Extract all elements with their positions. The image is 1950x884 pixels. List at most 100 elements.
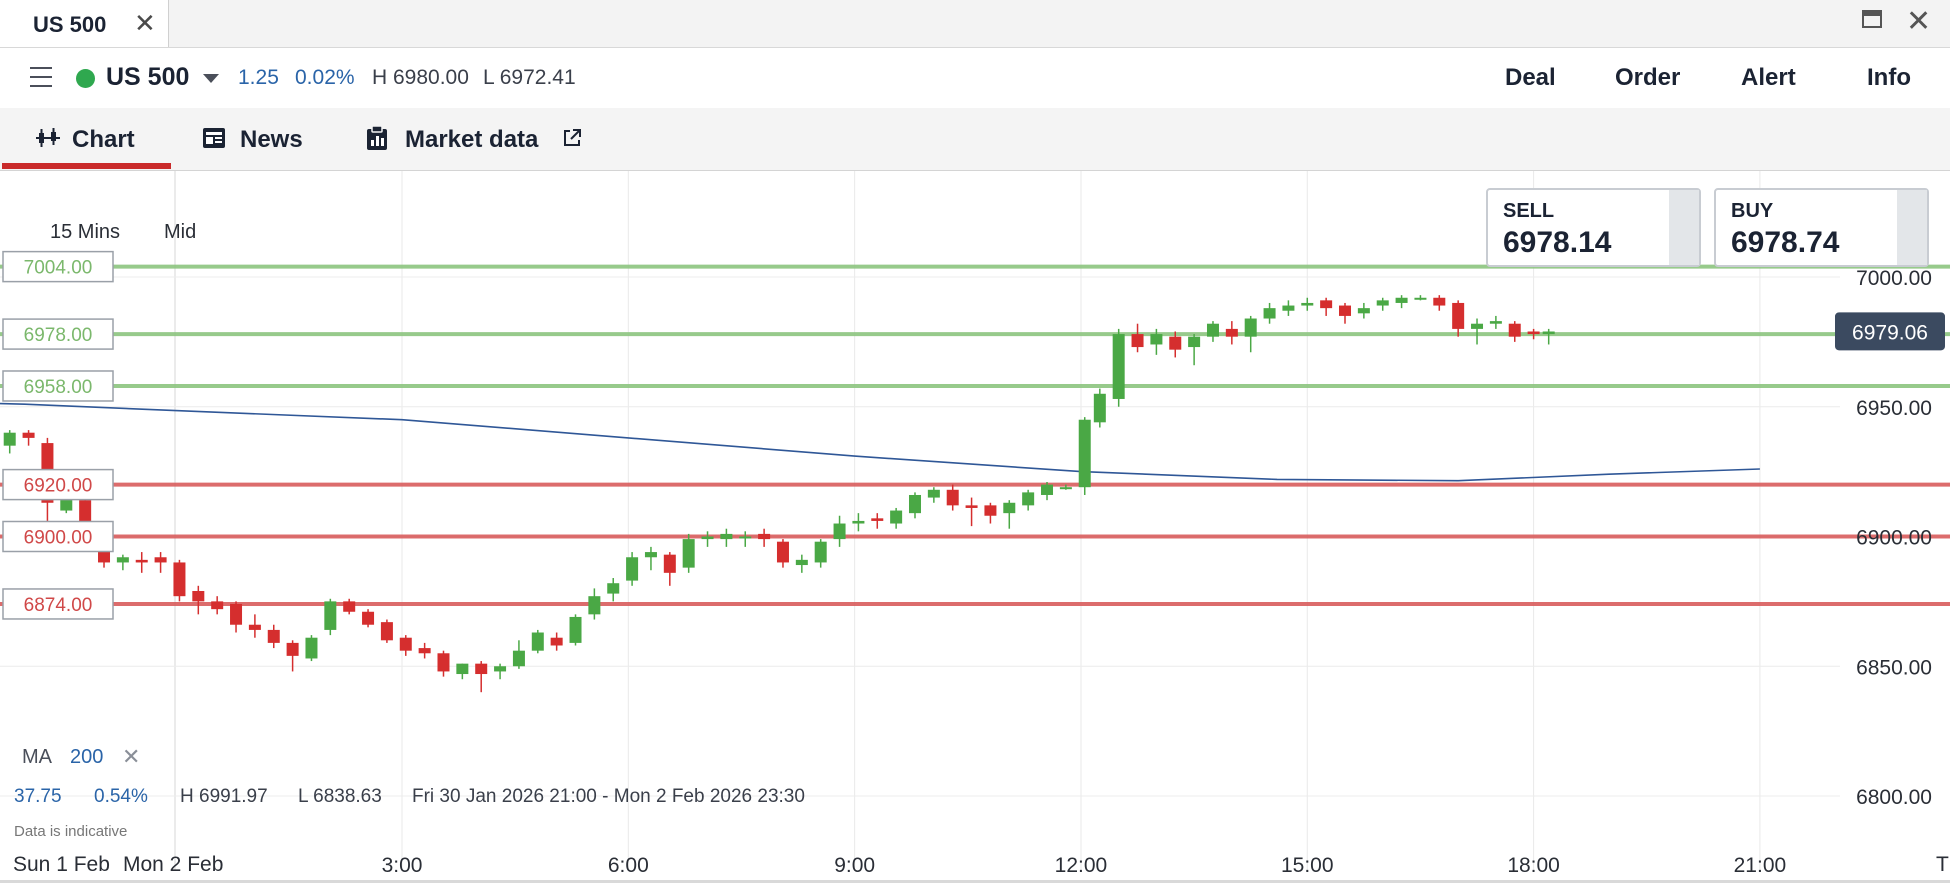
buy-price: 6978.74 <box>1731 226 1840 259</box>
tab-close-icon[interactable]: ✕ <box>134 8 156 39</box>
x-axis-tick-label: 21:00 <box>1734 854 1787 877</box>
candle-body <box>852 520 865 524</box>
order-button[interactable]: Order <box>1615 64 1680 92</box>
candle-body <box>1339 305 1351 316</box>
candle-body <box>1041 484 1054 495</box>
candle-body <box>248 624 261 630</box>
candle-body <box>644 552 657 558</box>
candle-body <box>1282 305 1295 311</box>
candle-body <box>116 557 129 563</box>
candle-body <box>1395 297 1408 303</box>
candle-body <box>871 518 884 521</box>
candle-body <box>927 489 940 498</box>
sell-label: SELL <box>1503 200 1555 222</box>
candle-body <box>135 559 148 563</box>
ma-indicator-period[interactable]: 200 <box>70 746 103 769</box>
candle-body <box>663 554 676 573</box>
level-label: 6958.00 <box>24 377 93 398</box>
candle-body <box>1244 318 1257 337</box>
range-high: H 6991.97 <box>180 786 268 807</box>
candle-body <box>192 590 205 602</box>
candle-body <box>984 505 997 516</box>
active-tab-indicator <box>2 163 171 169</box>
candle-body <box>1188 336 1201 348</box>
candle-body <box>305 637 318 659</box>
x-day-label: Sun 1 Feb <box>13 853 110 876</box>
candle-body <box>795 559 808 566</box>
hamburger-menu-icon[interactable] <box>30 67 52 87</box>
instrument-name[interactable]: US 500 <box>106 63 189 92</box>
candle-body <box>1206 323 1219 337</box>
x-axis-tick-label: 12:00 <box>1055 854 1108 877</box>
window-close-icon[interactable]: ✕ <box>1906 4 1931 39</box>
info-button[interactable]: Info <box>1867 64 1911 92</box>
candle-body <box>1301 302 1314 306</box>
candle-body <box>531 632 544 651</box>
tab-news[interactable]: News <box>202 122 312 156</box>
candle-body <box>682 539 695 568</box>
tab-chart[interactable]: Chart <box>36 122 171 156</box>
candle-body <box>626 557 639 581</box>
level-label: 6978.00 <box>24 325 93 346</box>
candle-body <box>324 601 337 630</box>
buy-button[interactable]: BUY 6978.74 <box>1714 188 1929 267</box>
level-label: 6900.00 <box>24 528 93 549</box>
candlestick-icon <box>36 128 60 147</box>
external-link-icon[interactable] <box>562 128 582 148</box>
candle-body <box>550 637 563 646</box>
tab-market-data[interactable]: Market data <box>366 122 586 156</box>
candle-body <box>475 663 488 675</box>
bottom-border <box>0 880 1950 883</box>
sell-button-strip <box>1669 190 1699 265</box>
candle-body <box>890 510 903 524</box>
sell-button[interactable]: SELL 6978.14 <box>1486 188 1701 267</box>
candle-body <box>776 541 789 563</box>
alert-button[interactable]: Alert <box>1741 64 1796 92</box>
x-axis-tick-label: 18:00 <box>1507 854 1560 877</box>
candle-body <box>1471 323 1484 329</box>
price-type-selector[interactable]: Mid <box>164 221 196 244</box>
candle-body <box>1131 334 1144 348</box>
candle-body <box>739 536 752 539</box>
x-day-label: T <box>1936 853 1949 876</box>
x-axis-tick-label: 3:00 <box>382 854 423 877</box>
range-dates: Fri 30 Jan 2026 21:00 - Mon 2 Feb 2026 2… <box>412 786 805 807</box>
candle-body <box>286 642 299 656</box>
candle-body <box>1357 308 1370 314</box>
candle-body <box>758 533 771 540</box>
candle-body <box>1225 328 1238 337</box>
price-chart[interactable]: 7004.00 6978.00 6958.00 6920.00 6900.00 6874.… <box>0 171 1950 884</box>
deal-button[interactable]: Deal <box>1505 64 1556 92</box>
maximize-icon[interactable] <box>1862 10 1882 28</box>
change-points: 1.25 <box>238 66 279 89</box>
sell-price: 6978.14 <box>1503 226 1612 259</box>
x-axis-tick-label: 15:00 <box>1281 854 1334 877</box>
candle-body <box>456 663 469 675</box>
candle-body <box>1150 334 1163 345</box>
remove-indicator-icon[interactable]: ✕ <box>122 744 140 770</box>
moving-average-line <box>0 402 1760 482</box>
newspaper-icon <box>203 128 225 148</box>
interval-selector[interactable]: 15 Mins <box>50 221 120 244</box>
level-label: 6874.00 <box>24 595 93 616</box>
range-low: L 6838.63 <box>298 786 382 807</box>
candle-body <box>211 601 224 610</box>
y-axis-tick-label: 6950.00 <box>1856 397 1932 420</box>
candle-body <box>1022 492 1035 506</box>
candle-body <box>1489 321 1502 324</box>
candle-body <box>230 603 243 625</box>
candle-body <box>418 648 431 654</box>
candle-body <box>908 494 921 514</box>
tab-us500[interactable]: US 500 ✕ <box>0 0 169 47</box>
y-axis-tick-label: 7000.00 <box>1856 267 1932 290</box>
instrument-low: L 6972.41 <box>483 66 576 89</box>
y-axis-tick-label: 6900.00 <box>1856 527 1932 550</box>
x-axis-tick-label: 6:00 <box>608 854 649 877</box>
range-change-points: 37.75 <box>14 786 62 807</box>
candle-body <box>399 637 412 651</box>
tab-news-label: News <box>240 126 303 153</box>
candle-body <box>494 666 507 672</box>
chevron-down-icon[interactable] <box>203 74 219 83</box>
x-axis-tick-label: 9:00 <box>834 854 875 877</box>
candle-body <box>1452 302 1465 329</box>
